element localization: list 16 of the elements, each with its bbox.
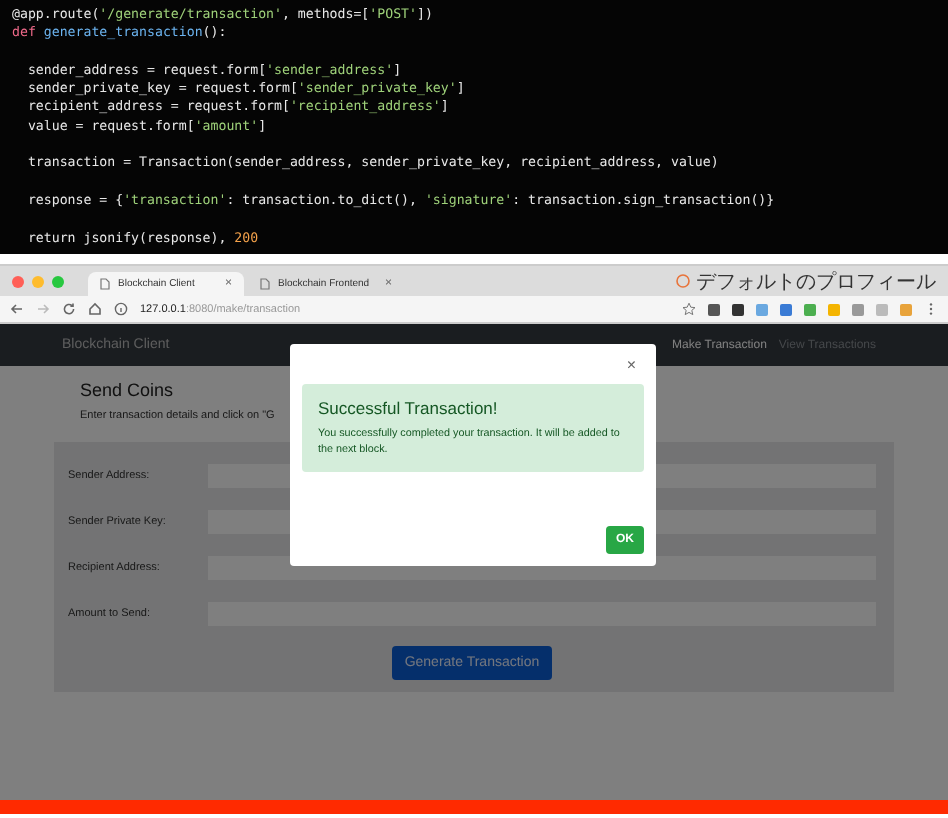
close-window-icon[interactable] bbox=[12, 275, 24, 287]
menu-icon[interactable] bbox=[924, 302, 938, 316]
maximize-window-icon[interactable] bbox=[52, 275, 64, 287]
page-title: Send Coins bbox=[80, 380, 176, 400]
reload-icon[interactable] bbox=[62, 302, 76, 316]
document-icon bbox=[260, 278, 270, 290]
document-icon bbox=[100, 278, 110, 290]
close-button[interactable]: × bbox=[622, 356, 640, 374]
star-icon[interactable] bbox=[682, 302, 696, 316]
back-icon[interactable] bbox=[10, 302, 24, 316]
info-icon[interactable] bbox=[114, 302, 128, 316]
profile-name[interactable]: デフォルトのプロフィール bbox=[696, 267, 936, 295]
alert-title: Successful Transaction! bbox=[318, 398, 500, 418]
home-icon[interactable] bbox=[88, 302, 102, 316]
forward-icon[interactable] bbox=[36, 302, 50, 316]
profile-icon bbox=[676, 274, 690, 288]
